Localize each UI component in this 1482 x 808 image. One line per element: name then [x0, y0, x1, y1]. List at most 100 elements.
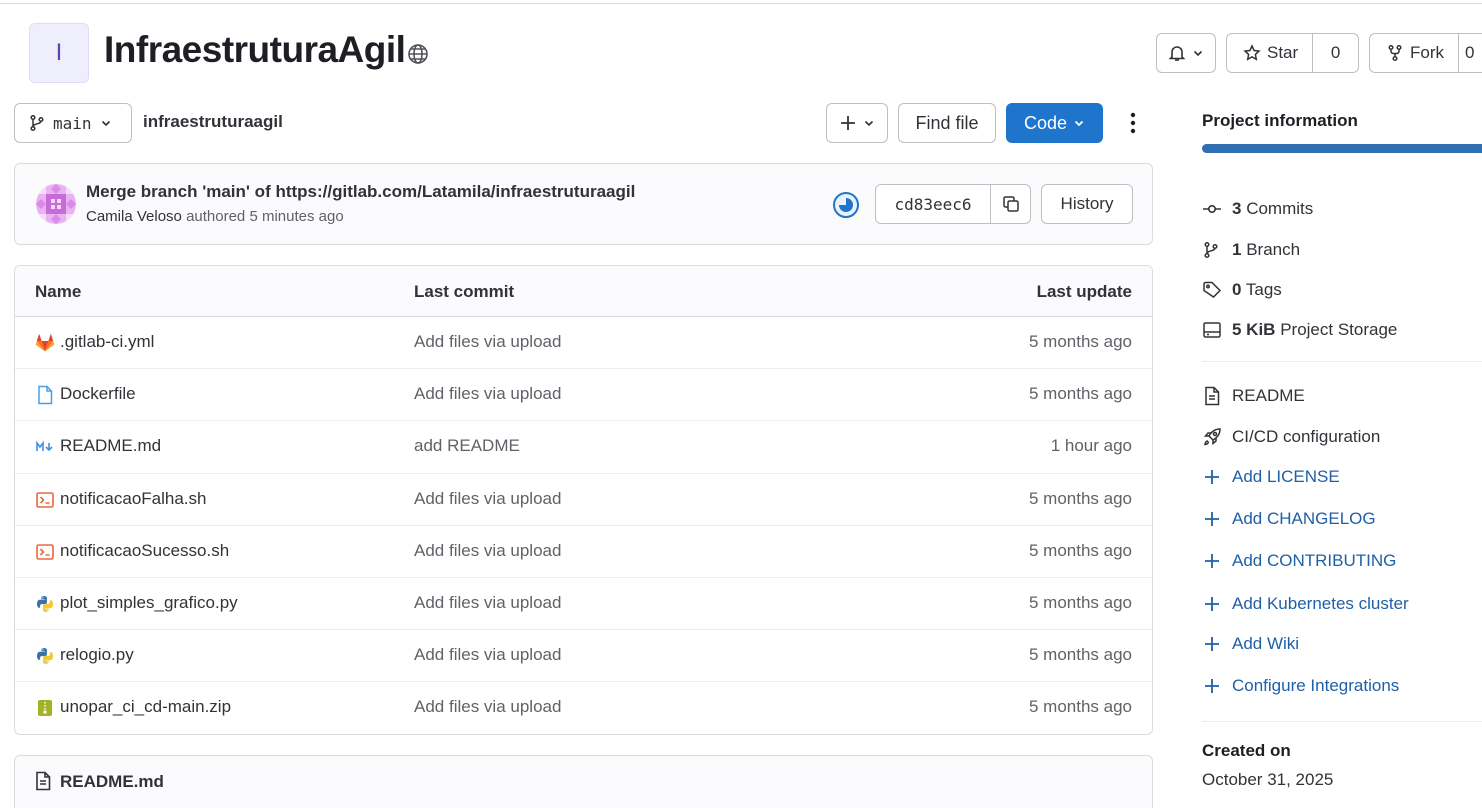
stat-tags-label: Tags — [1245, 280, 1282, 299]
rocket-icon — [1202, 427, 1222, 447]
table-row[interactable]: relogio.py Add files via upload 5 months… — [15, 630, 1152, 683]
file-commit-link[interactable]: Add files via upload — [414, 645, 561, 665]
sidebar-link-label: Add Kubernetes cluster — [1232, 594, 1409, 613]
add-contributing-link[interactable]: Add CONTRIBUTING — [1202, 551, 1396, 571]
avatar[interactable] — [36, 184, 76, 224]
markdown-icon — [35, 437, 55, 457]
file-icon — [35, 385, 55, 405]
add-changelog-link[interactable]: Add CHANGELOG — [1202, 509, 1376, 529]
file-name-link[interactable]: Dockerfile — [60, 384, 136, 404]
archive-icon — [35, 698, 55, 718]
add-file-dropdown[interactable] — [826, 103, 888, 143]
stat-commits-label: Commits — [1246, 199, 1314, 218]
stat-commits-count: 3 — [1232, 199, 1242, 218]
fork-count[interactable]: 0 — [1459, 43, 1474, 63]
plus-icon — [1202, 594, 1222, 614]
file-name-link[interactable]: README.md — [60, 436, 161, 456]
commit-sha[interactable]: cd83eec6 — [876, 185, 991, 223]
star-label: Star — [1267, 43, 1299, 62]
sidebar-link-label: Add CHANGELOG — [1232, 509, 1376, 528]
file-name-link[interactable]: notificacaoSucesso.sh — [60, 541, 229, 561]
stat-storage[interactable]: 5 KiB Project Storage — [1202, 320, 1397, 340]
file-name-link[interactable]: relogio.py — [60, 645, 134, 665]
created-on-value: October 31, 2025 — [1202, 770, 1334, 789]
fork-button[interactable]: Fork 0 — [1369, 33, 1482, 73]
branch-name: main — [53, 113, 92, 133]
file-name-link[interactable]: plot_simples_grafico.py — [60, 593, 238, 613]
add-wiki-link[interactable]: Add Wiki — [1202, 634, 1299, 654]
plus-icon — [1202, 676, 1222, 696]
file-commit-link[interactable]: Add files via upload — [414, 593, 561, 613]
table-row[interactable]: README.md add README 1 hour ago — [15, 421, 1152, 474]
add-license-link[interactable]: Add LICENSE — [1202, 467, 1340, 487]
project-information-title: Project information — [1202, 111, 1358, 130]
code-dropdown-button[interactable]: Code — [1006, 103, 1103, 143]
file-updated: 1 hour ago — [1050, 436, 1132, 456]
sidebar-link-readme[interactable]: README — [1202, 386, 1305, 406]
chevron-down-icon — [1073, 117, 1085, 129]
file-table: Name Last commit Last update .gitlab-ci.… — [14, 265, 1153, 735]
branch-selector[interactable]: main — [14, 103, 132, 143]
sidebar-link-label: Add Wiki — [1232, 634, 1300, 653]
stat-tags[interactable]: 0 Tags — [1202, 280, 1282, 300]
history-button[interactable]: History — [1041, 184, 1133, 224]
find-file-button[interactable]: Find file — [898, 103, 996, 143]
pipeline-running-icon[interactable] — [832, 191, 860, 219]
last-commit-panel: Merge branch 'main' of https://gitlab.co… — [14, 163, 1153, 245]
project-avatar[interactable]: I — [29, 23, 89, 83]
file-name-link[interactable]: notificacaoFalha.sh — [60, 489, 206, 509]
table-row[interactable]: .gitlab-ci.yml Add files via upload 5 mo… — [15, 317, 1152, 370]
stat-branches[interactable]: 1 Branch — [1202, 240, 1300, 260]
file-name-link[interactable]: .gitlab-ci.yml — [60, 332, 154, 352]
file-commit-link[interactable]: Add files via upload — [414, 332, 561, 352]
add-kubernetes-cluster-link[interactable]: Add Kubernetes cluster — [1202, 594, 1409, 614]
tag-icon — [1202, 281, 1222, 299]
sidebar-link-cicd[interactable]: CI/CD configuration — [1202, 427, 1380, 447]
top-divider — [0, 3, 1482, 4]
table-row[interactable]: notificacaoFalha.sh Add files via upload… — [15, 474, 1152, 526]
more-actions-icon[interactable] — [1118, 108, 1148, 138]
file-commit-link[interactable]: Add files via upload — [414, 541, 561, 561]
sidebar-link-label: README — [1232, 386, 1305, 405]
branch-icon — [29, 114, 45, 132]
python-icon — [35, 646, 55, 666]
plus-icon — [1202, 551, 1222, 571]
chevron-down-icon — [863, 117, 875, 129]
file-commit-link[interactable]: Add files via upload — [414, 697, 561, 717]
project-avatar-letter: I — [55, 39, 63, 66]
file-updated: 5 months ago — [1028, 592, 1132, 612]
table-row[interactable]: unopar_ci_cd-main.zip Add files via uplo… — [15, 682, 1152, 734]
commit-title-link[interactable]: Merge branch 'main' of https://gitlab.co… — [86, 182, 635, 202]
file-table-header: Name Last commit Last update — [15, 266, 1152, 317]
configure-integrations-link[interactable]: Configure Integrations — [1202, 676, 1399, 696]
column-header-last-update: Last update — [1036, 282, 1132, 301]
file-updated: 5 months ago — [1028, 488, 1132, 508]
plus-icon — [839, 114, 857, 132]
commit-time: 5 minutes ago — [249, 208, 344, 225]
star-count[interactable]: 0 — [1313, 43, 1358, 63]
code-button-label: Code — [1023, 112, 1068, 133]
commit-author-link[interactable]: Camila Veloso — [86, 208, 182, 225]
branch-icon — [1202, 241, 1222, 259]
table-row[interactable]: Dockerfile Add files via upload 5 months… — [15, 369, 1152, 422]
chevron-down-icon — [1192, 47, 1204, 59]
column-header-last-commit: Last commit — [414, 282, 515, 301]
breadcrumb[interactable]: infraestruturaagil — [143, 112, 283, 132]
table-row[interactable]: plot_simples_grafico.py Add files via up… — [15, 578, 1152, 631]
table-row[interactable]: notificacaoSucesso.sh Add files via uplo… — [15, 526, 1152, 578]
file-commit-link[interactable]: Add files via upload — [414, 384, 561, 404]
commit-action: authored — [186, 208, 246, 225]
language-bar[interactable] — [1202, 144, 1482, 153]
file-commit-link[interactable]: Add files via upload — [414, 489, 561, 509]
star-button[interactable]: Star 0 — [1226, 33, 1359, 73]
sidebar-link-label: CI/CD configuration — [1232, 427, 1381, 446]
notification-button[interactable] — [1156, 33, 1216, 73]
stat-commits[interactable]: 3 Commits — [1202, 199, 1313, 219]
fork-icon — [1386, 44, 1404, 62]
file-commit-link[interactable]: add README — [414, 436, 520, 456]
copy-icon[interactable] — [991, 185, 1030, 223]
stat-tags-count: 0 — [1232, 280, 1242, 299]
file-updated: 5 months ago — [1028, 645, 1132, 665]
sidebar-link-label: Add LICENSE — [1232, 467, 1340, 486]
file-name-link[interactable]: unopar_ci_cd-main.zip — [60, 697, 231, 717]
